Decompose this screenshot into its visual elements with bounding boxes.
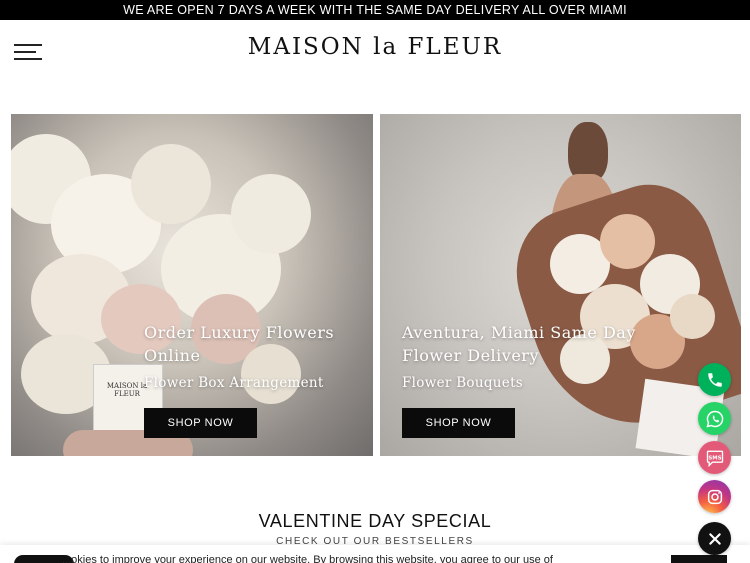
hero-title-line1: Aventura, Miami Same Day [402,323,636,342]
cookie-accept-button[interactable] [671,555,727,563]
hero-title-line1: Order Luxury Flowers [144,323,335,342]
site-header: MAISON la FLEUR [0,20,750,90]
shop-now-button[interactable]: SHOP NOW [402,408,515,438]
hero-subtitle: Flower Box Arrangement [144,375,324,391]
phone-icon [707,372,722,387]
phone-button[interactable] [698,363,731,396]
shop-now-button[interactable]: SHOP NOW [144,408,257,438]
sms-icon: SMS [706,450,723,467]
instagram-button[interactable] [698,480,731,513]
sms-button[interactable]: SMS [698,441,731,474]
hero-caption-left: Order Luxury Flowers Online Flower Box A… [144,321,334,391]
announcement-bar: WE ARE OPEN 7 DAYS A WEEK WITH THE SAME … [0,0,750,20]
hero-caption-right: Aventura, Miami Same Day Flower Delivery… [402,321,636,391]
cookie-consent-bar: ...okies to improve your experience on o… [0,545,750,563]
hero-subtitle: Flower Bouquets [402,375,524,391]
close-icon [708,532,721,545]
whatsapp-icon [705,410,723,428]
hero-title-line2: Flower Delivery [402,346,539,365]
hero-panel-flower-box[interactable]: MAISON la FLEUR Order Luxury Flowers Onl… [11,114,373,456]
svg-text:SMS: SMS [708,455,721,461]
site-logo[interactable]: MAISON la FLEUR [0,34,750,60]
close-contacts-button[interactable] [698,522,731,555]
hero-title-line2: Online [144,346,201,365]
cookie-text: ...okies to improve your experience on o… [62,554,553,563]
section-title: VALENTINE DAY SPECIAL [258,511,492,531]
hero-panel-bouquets[interactable]: Aventura, Miami Same Day Flower Delivery… [380,114,741,456]
whatsapp-button[interactable] [698,402,731,435]
instagram-icon [707,489,722,504]
